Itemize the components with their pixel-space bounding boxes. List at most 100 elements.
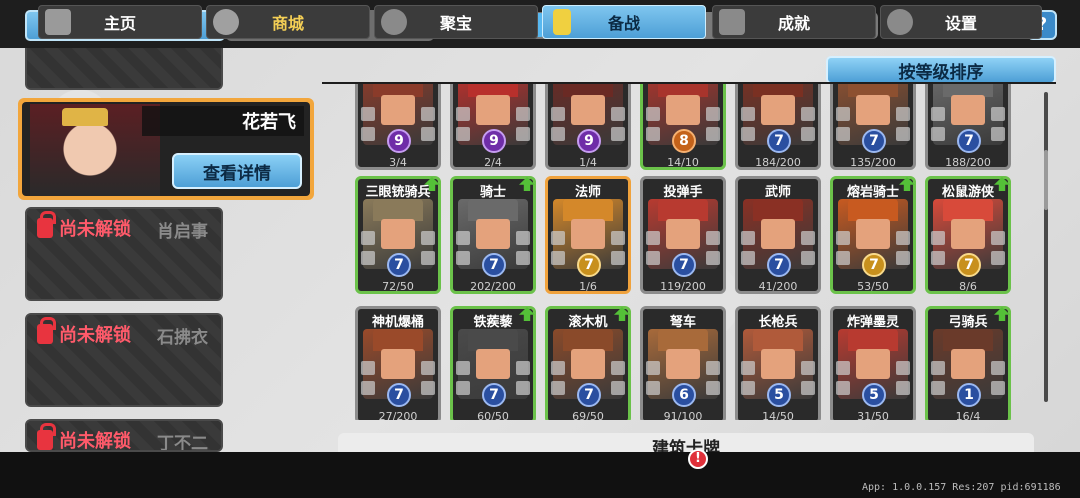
unit-card[interactable]: 铁蒺藜 7 60/50 xyxy=(450,306,536,420)
unit-face xyxy=(381,219,415,249)
stat-icon xyxy=(896,231,910,245)
stat-icon xyxy=(516,251,530,265)
version-text: App: 1.0.0.157 Res:207 pid:691186 xyxy=(862,482,1061,493)
stat-icon xyxy=(516,231,530,245)
stat-icon xyxy=(741,251,755,265)
locked-hero-slot[interactable]: 尚未解锁 丁不二 xyxy=(25,419,223,452)
stat-icon xyxy=(456,361,470,375)
unit-card[interactable]: 法师 7 1/6 xyxy=(545,176,631,294)
unit-card[interactable]: 9 1/4 xyxy=(545,84,631,170)
selected-hero-card[interactable]: 花若飞 查看详情 xyxy=(18,98,314,200)
unit-card[interactable]: 长枪兵 5 14/50 xyxy=(735,306,821,420)
stat-icon xyxy=(456,251,470,265)
scrollbar-track[interactable] xyxy=(1044,92,1048,402)
hero-name: 花若飞 xyxy=(242,112,296,133)
stat-icon xyxy=(361,127,375,141)
stat-icon xyxy=(991,361,1005,375)
hero-name: 肖启事 xyxy=(157,222,208,242)
unit-face xyxy=(476,349,510,379)
stat-icon xyxy=(896,107,910,121)
nav-home[interactable]: 主页 xyxy=(38,5,202,39)
unit-level-badge: 5 xyxy=(862,383,886,407)
stat-icon xyxy=(421,361,435,375)
unit-level-badge: 6 xyxy=(672,383,696,407)
crown-icon xyxy=(62,108,108,126)
nav-shop[interactable]: 商城 xyxy=(206,5,370,39)
unit-name: 弩车 xyxy=(669,315,696,330)
locked-label: 尚未解锁 xyxy=(37,317,131,347)
stat-icon xyxy=(611,381,625,395)
unit-level-badge: 7 xyxy=(482,253,506,277)
unit-level-badge: 7 xyxy=(862,129,886,153)
stat-icon xyxy=(896,251,910,265)
nav-prep[interactable]: 备战 xyxy=(542,5,706,39)
stat-icon xyxy=(611,107,625,121)
card-count: 53/50 xyxy=(857,280,889,293)
stat-icon xyxy=(801,231,815,245)
sort-by-level-button[interactable]: 按等级排序 xyxy=(826,56,1056,84)
stat-icon xyxy=(611,361,625,375)
stat-icon xyxy=(421,107,435,121)
unit-level-badge: 7 xyxy=(957,253,981,277)
unit-card[interactable]: 熔岩骑士 7 53/50 xyxy=(830,176,916,294)
unit-card[interactable]: 8 14/10 xyxy=(640,84,726,170)
stat-icon xyxy=(931,107,945,121)
unit-card[interactable]: 弓骑兵 1 16/4 xyxy=(925,306,1011,420)
stat-icon xyxy=(551,381,565,395)
card-count: 119/200 xyxy=(660,280,706,293)
card-count: 135/200 xyxy=(850,156,896,169)
stat-icon xyxy=(801,361,815,375)
unit-card[interactable]: 松鼠游侠 7 8/6 xyxy=(925,176,1011,294)
unit-card[interactable]: 9 3/4 xyxy=(355,84,441,170)
unit-level-badge: 7 xyxy=(767,129,791,153)
unit-level-badge: 7 xyxy=(577,383,601,407)
stat-icon xyxy=(646,251,660,265)
stat-icon xyxy=(646,127,660,141)
stat-icon xyxy=(741,107,755,121)
card-count: 72/50 xyxy=(382,280,414,293)
stat-icon xyxy=(991,107,1005,121)
stat-icon xyxy=(741,361,755,375)
unit-card[interactable]: 投弹手 7 119/200 xyxy=(640,176,726,294)
unit-name: 神机爆桶 xyxy=(371,315,424,330)
stat-icon xyxy=(361,251,375,265)
unit-helmet xyxy=(848,329,898,351)
unit-helmet xyxy=(373,199,423,221)
unit-level-badge: 7 xyxy=(957,129,981,153)
locked-hero-slot[interactable]: 尚未解锁 石拂衣 xyxy=(25,313,223,407)
stat-icon xyxy=(551,107,565,121)
unit-card[interactable]: 武师 7 41/200 xyxy=(735,176,821,294)
unit-card[interactable]: 三眼铳骑兵 7 72/50 xyxy=(355,176,441,294)
view-details-button[interactable]: 查看详情 xyxy=(172,153,302,189)
nav-settings[interactable]: 设置 xyxy=(880,5,1042,39)
locked-hero-slot[interactable]: 尚未解锁 肖启事 xyxy=(25,207,223,301)
card-count: 184/200 xyxy=(755,156,801,169)
nav-achievements[interactable]: 成就 xyxy=(712,5,876,39)
scrollbar-thumb[interactable] xyxy=(1044,150,1048,210)
stat-icon xyxy=(361,107,375,121)
unit-card[interactable]: 弩车 6 91/100 xyxy=(640,306,726,420)
unit-face xyxy=(476,219,510,249)
card-count: 41/200 xyxy=(758,280,798,293)
unit-card[interactable]: 9 2/4 xyxy=(450,84,536,170)
unit-card[interactable]: 神机爆桶 7 27/200 xyxy=(355,306,441,420)
card-count: 14/50 xyxy=(762,410,794,420)
hero-slot-previous[interactable] xyxy=(25,48,223,90)
stat-icon xyxy=(836,231,850,245)
unit-card[interactable]: 7 135/200 xyxy=(830,84,916,170)
unit-helmet xyxy=(563,199,613,221)
unit-card[interactable]: 炸弹墨灵 5 31/50 xyxy=(830,306,916,420)
stat-icon xyxy=(456,381,470,395)
treasure-icon xyxy=(381,9,407,35)
stat-icon xyxy=(456,231,470,245)
stat-icon xyxy=(741,127,755,141)
unit-card[interactable]: 滚木机 7 69/50 xyxy=(545,306,631,420)
unit-card[interactable]: 7 184/200 xyxy=(735,84,821,170)
unit-card[interactable]: 骑士 7 202/200 xyxy=(450,176,536,294)
unit-card[interactable]: 7 188/200 xyxy=(925,84,1011,170)
unit-face xyxy=(666,219,700,249)
stat-icon xyxy=(896,381,910,395)
unit-face xyxy=(571,349,605,379)
nav-treasure[interactable]: 聚宝 xyxy=(374,5,538,39)
unit-level-badge: 9 xyxy=(482,129,506,153)
